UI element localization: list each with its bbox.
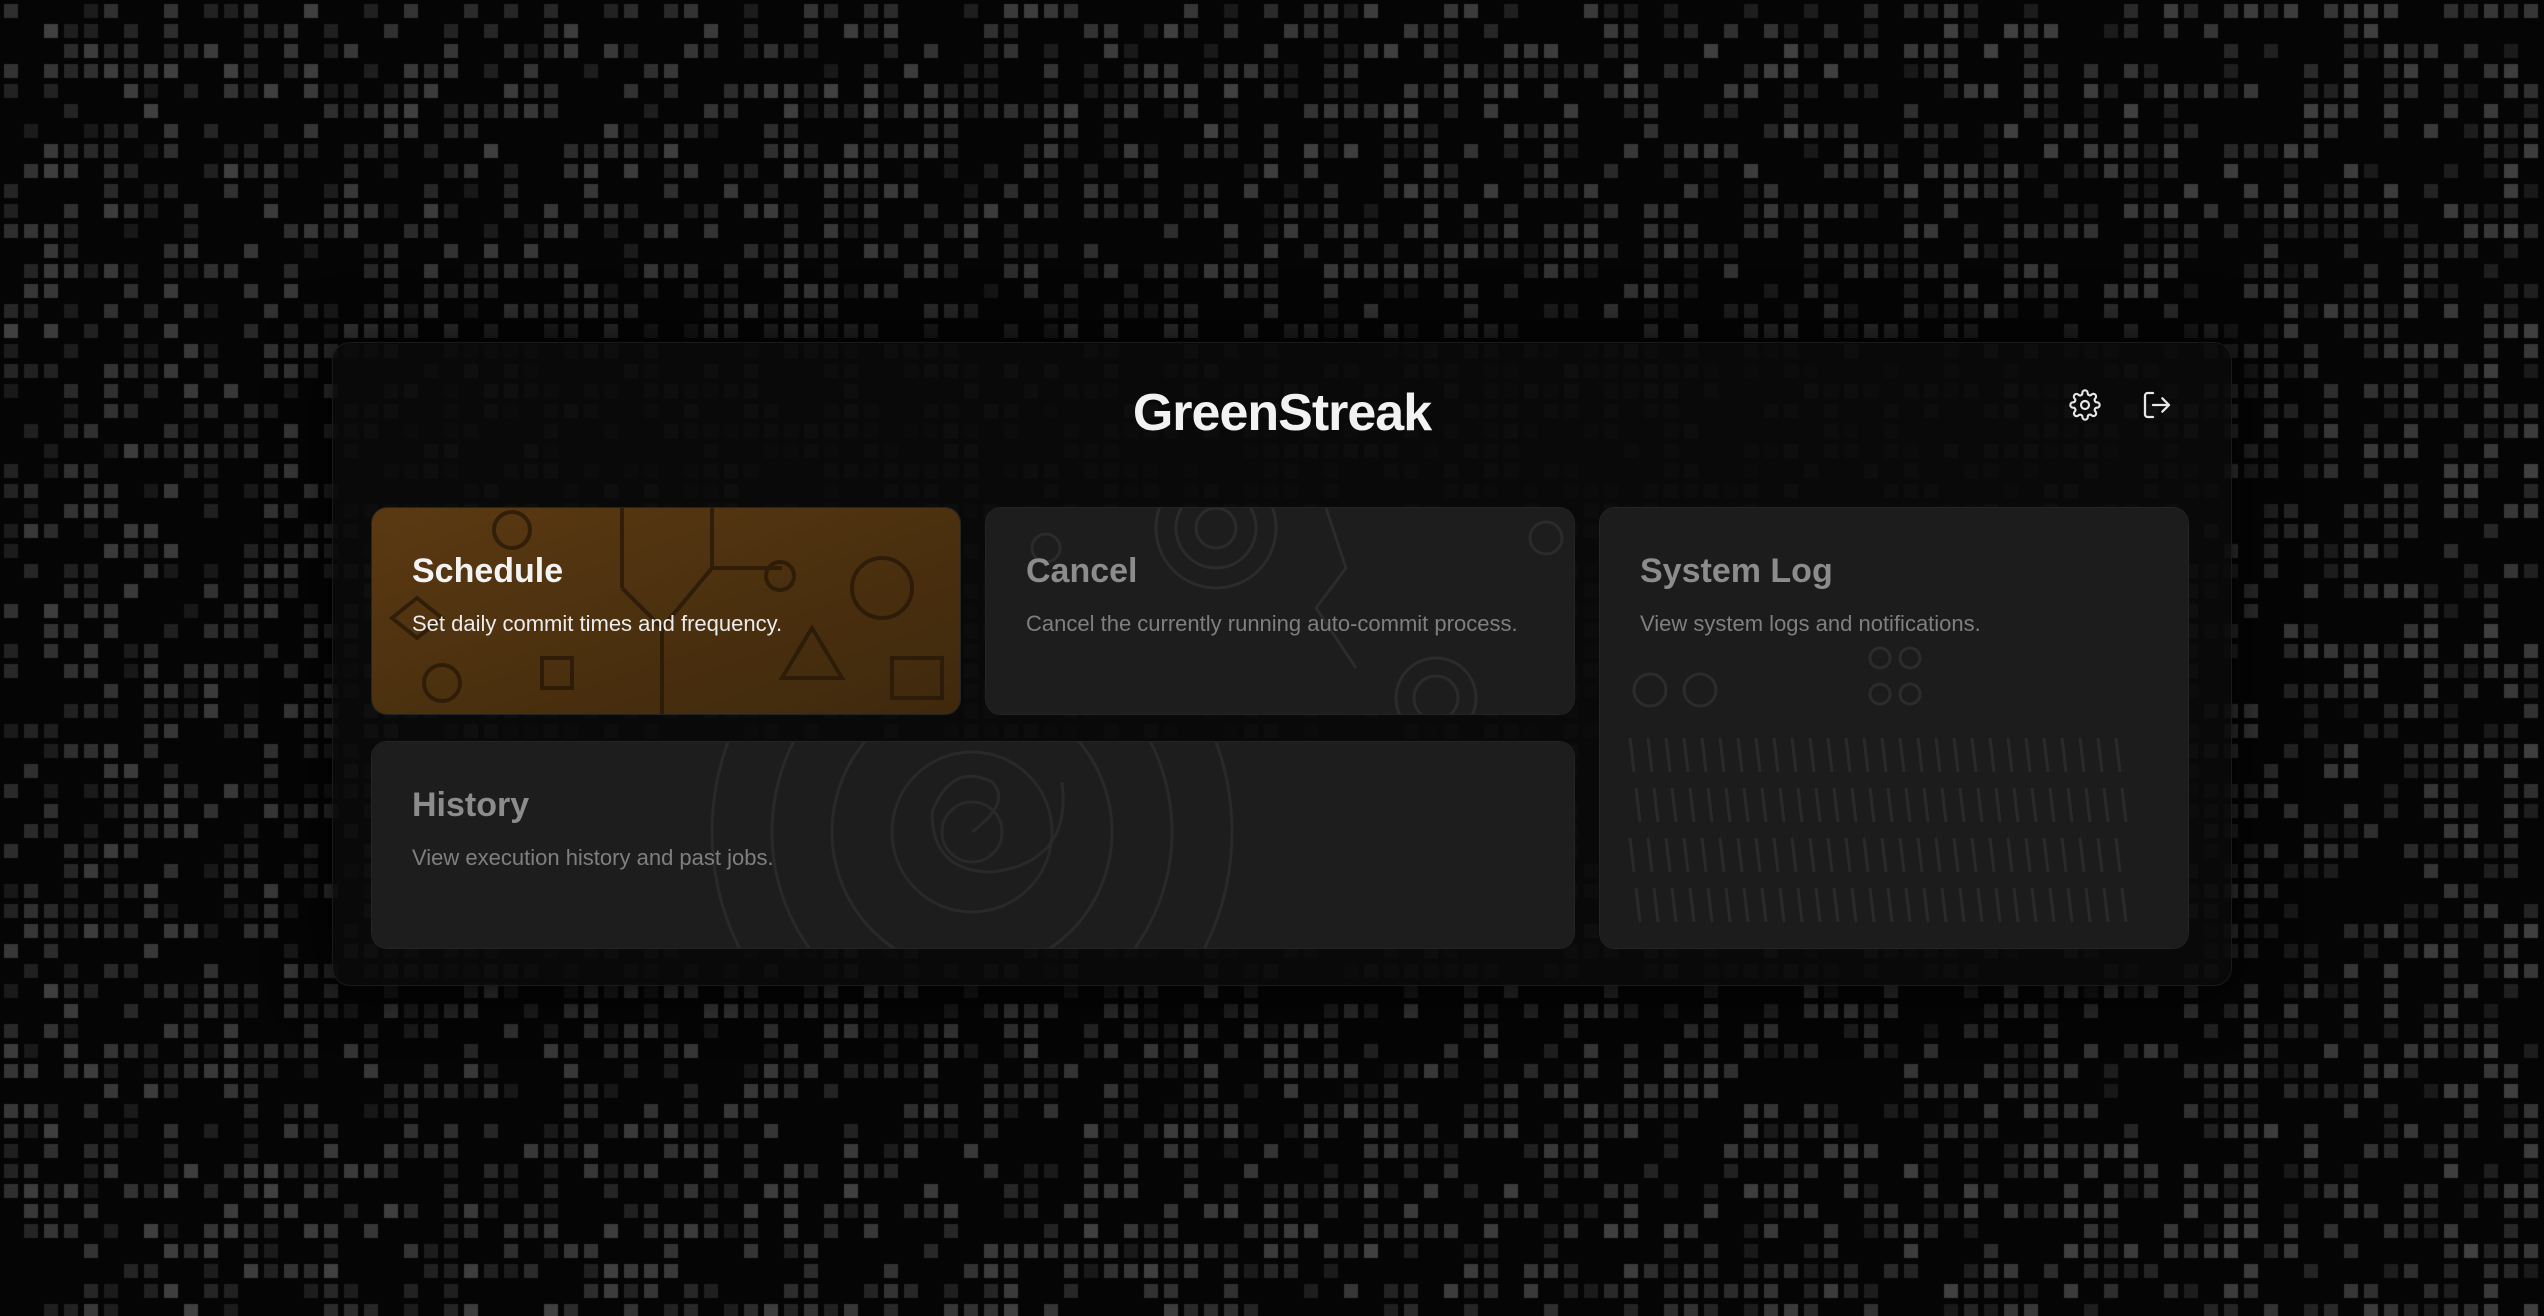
cancel-card[interactable]: Cancel Cancel the currently running auto…	[985, 507, 1575, 715]
gear-icon	[2069, 389, 2101, 421]
system-log-card[interactable]: System Log View system logs and notifica…	[1599, 507, 2189, 949]
history-card[interactable]: History View execution history and past …	[371, 741, 1575, 949]
schedule-card-description: Set daily commit times and frequency.	[412, 611, 783, 636]
system-log-card-title: System Log	[1640, 552, 1833, 590]
history-card-title: History	[412, 786, 530, 824]
settings-button[interactable]	[2063, 383, 2107, 427]
cancel-card-description: Cancel the currently running auto-commit…	[1026, 611, 1518, 636]
cancel-card-title: Cancel	[1026, 552, 1138, 590]
schedule-card[interactable]: Schedule Set daily commit times and freq…	[371, 507, 961, 715]
app-title: GreenStreak	[1132, 384, 1432, 442]
main-panel: GreenStreak Schedule Set daily commit ti…	[332, 342, 2232, 986]
logout-button[interactable]	[2135, 383, 2179, 427]
schedule-card-title: Schedule	[412, 552, 564, 590]
logout-icon	[2143, 391, 2171, 419]
history-card-description: View execution history and past jobs.	[412, 845, 774, 870]
system-log-card-description: View system logs and notifications.	[1640, 611, 1981, 636]
